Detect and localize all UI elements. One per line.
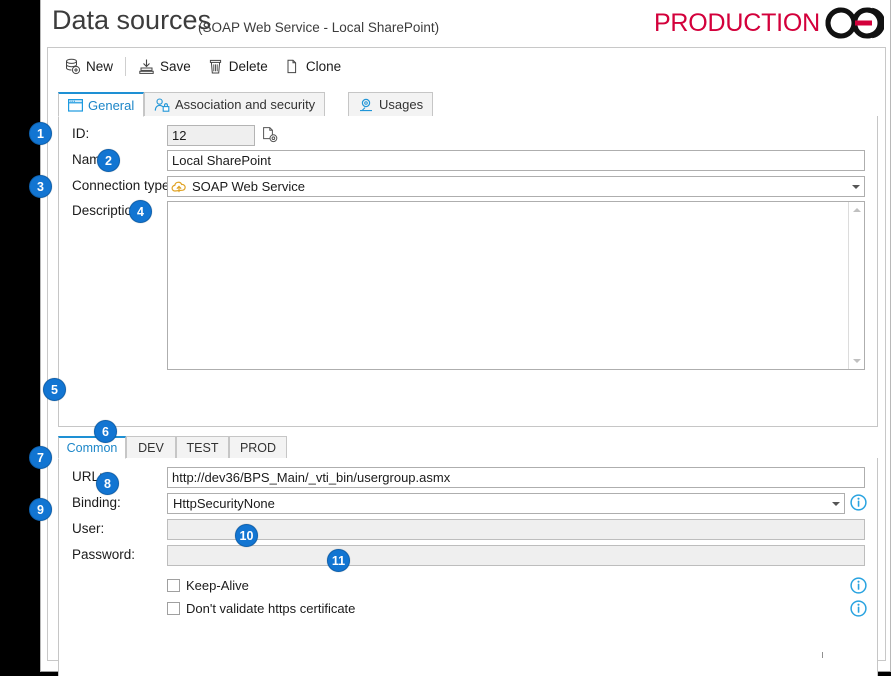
binding-field[interactable]: HttpSecurityNone [167, 493, 845, 514]
delete-button[interactable]: Delete [199, 53, 276, 79]
bottom-tick-mark [822, 652, 823, 658]
subtab-prod-label: PROD [239, 440, 277, 455]
save-button[interactable]: Save [130, 53, 199, 79]
new-button[interactable]: New [56, 53, 121, 79]
page-subtitle: (SOAP Web Service - Local SharePoint) [198, 20, 440, 35]
brand-logo: PRODUCTION [654, 6, 884, 40]
keep-alive-label: Keep-Alive [186, 578, 249, 593]
page-title: Data sources [52, 5, 212, 35]
callout-badge-5: 5 [43, 378, 66, 401]
window-titlebar: Data sources (SOAP Web Service - Local S… [41, 0, 890, 47]
no-validate-https-checkbox[interactable]: Don't validate https certificate [167, 601, 355, 616]
name-field[interactable] [167, 150, 865, 171]
document-gear-icon [263, 127, 278, 143]
general-form-area: ID: Name: Conn [58, 116, 878, 427]
user-field[interactable] [167, 519, 865, 540]
callout-badge-9: 9 [29, 498, 52, 521]
window-icon [68, 98, 83, 112]
password-row: Password: [72, 547, 135, 562]
no-validate-https-label: Don't validate https certificate [186, 601, 356, 616]
scroll-down-icon[interactable] [849, 353, 865, 369]
usages-icon [360, 98, 372, 111]
connection-type-field[interactable]: SOAP Web Service [167, 176, 865, 197]
save-stamp-icon [139, 59, 154, 74]
connection-type-label: Connection type: [72, 178, 174, 193]
id-field[interactable] [167, 125, 255, 146]
tab-usages[interactable]: Usages [348, 92, 434, 117]
data-sources-window: Data sources (SOAP Web Service - Local S… [40, 0, 891, 676]
subtab-test-label: TEST [186, 440, 219, 455]
database-add-icon [66, 58, 81, 74]
keep-alive-checkbox-box[interactable] [167, 579, 180, 592]
copy-pages-icon [287, 59, 296, 73]
chevron-down-icon[interactable] [847, 177, 864, 196]
subtab-dev-label: DEV [138, 440, 164, 455]
clone-button-label: Clone [305, 58, 342, 74]
callout-badge-8: 8 [96, 472, 119, 495]
callout-badge-6: 6 [94, 420, 117, 443]
url-field[interactable] [167, 467, 865, 488]
subtab-common-label: Common [66, 441, 118, 455]
new-button-label: New [86, 58, 114, 74]
tab-usages-label: Usages [379, 97, 424, 112]
connection-subtabstrip: Common DEV TEST PROD [58, 436, 878, 459]
chevron-down-icon[interactable] [827, 494, 844, 513]
no-validate-https-checkbox-box[interactable] [167, 602, 180, 615]
callout-badge-2: 2 [97, 149, 120, 172]
screenshot-root: Data sources (SOAP Web Service - Local S… [0, 0, 891, 676]
description-scrollbar[interactable] [848, 202, 864, 369]
brand-chain-icon [825, 7, 884, 39]
connection-type-value: SOAP Web Service [192, 179, 305, 194]
password-field[interactable] [167, 545, 865, 566]
id-properties-button[interactable] [259, 124, 281, 146]
subtab-dev[interactable]: DEV [126, 436, 176, 459]
cloud-upload-icon [171, 181, 186, 192]
id-label: ID: [72, 126, 90, 141]
tab-general[interactable]: General [58, 92, 145, 117]
clone-button[interactable]: Clone [276, 53, 349, 79]
scroll-up-icon[interactable] [849, 202, 865, 218]
brand-text: PRODUCTION [653, 8, 820, 37]
toolbar: New Save Delete Clone [48, 48, 885, 84]
save-button-label: Save [160, 58, 191, 74]
tab-general-label: General [88, 97, 135, 113]
main-tabstrip: General Association and security Usages [58, 92, 878, 117]
user-label: User: [72, 521, 105, 536]
connection-settings-area: URL: Binding: HttpSecurityNone [58, 458, 878, 676]
keep-alive-info-icon[interactable] [850, 577, 867, 594]
subtab-test[interactable]: TEST [176, 436, 229, 459]
subtab-prod[interactable]: PROD [229, 436, 287, 459]
connection-type-row: Connection type: [72, 178, 173, 193]
callout-badge-7: 7 [29, 446, 52, 469]
password-label: Password: [72, 547, 136, 562]
trash-icon [209, 59, 221, 73]
delete-button-label: Delete [228, 58, 268, 74]
user-lock-icon [154, 97, 170, 112]
user-row: User: [72, 521, 104, 536]
callout-badge-10: 10 [235, 524, 258, 547]
binding-row: Binding: [72, 495, 121, 510]
callout-badge-4: 4 [129, 200, 152, 223]
id-row: ID: [72, 126, 167, 141]
callout-badge-3: 3 [29, 175, 52, 198]
content-panel: New Save Delete Clone General Associatio… [47, 47, 886, 676]
description-field[interactable] [168, 202, 847, 369]
binding-info-icon[interactable] [850, 494, 867, 511]
callout-badge-11: 11 [327, 549, 350, 572]
callout-badge-1: 1 [29, 122, 52, 145]
description-field-wrapper [167, 201, 865, 370]
binding-value: HttpSecurityNone [173, 496, 275, 511]
binding-label: Binding: [72, 495, 121, 510]
keep-alive-checkbox[interactable]: Keep-Alive [167, 578, 249, 593]
tab-association-and-security-label: Association and security [175, 97, 316, 112]
subtab-common[interactable]: Common [58, 436, 126, 459]
no-validate-https-info-icon[interactable] [850, 600, 867, 617]
toolbar-separator [125, 56, 127, 76]
tab-association-and-security[interactable]: Association and security [144, 92, 326, 117]
